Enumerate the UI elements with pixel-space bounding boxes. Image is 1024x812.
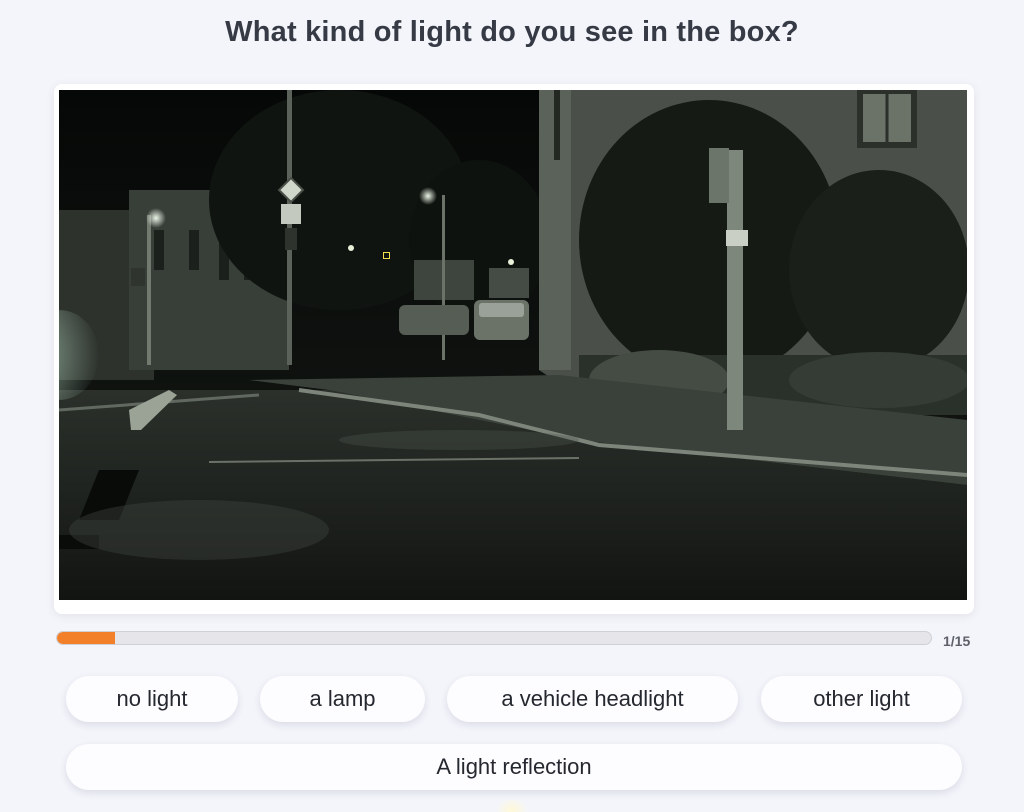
bottom-glow-decoration xyxy=(492,800,532,812)
street-scene-drawing xyxy=(59,90,967,600)
answer-lamp-button[interactable]: a lamp xyxy=(260,676,425,722)
progress-counter: 1/15 xyxy=(943,633,971,649)
image-card xyxy=(54,84,974,614)
target-highlight-box xyxy=(383,252,390,259)
progress-bar xyxy=(56,631,932,645)
quiz-page: What kind of light do you see in the box… xyxy=(0,0,1024,812)
answer-no-light-button[interactable]: no light xyxy=(66,676,238,722)
progress-fill xyxy=(57,632,116,644)
night-street-image xyxy=(59,90,967,600)
answer-vehicle-headlight-button[interactable]: a vehicle headlight xyxy=(447,676,738,722)
question-title: What kind of light do you see in the box… xyxy=(225,16,799,48)
answer-light-reflection-button[interactable]: A light reflection xyxy=(66,744,962,790)
answer-other-light-button[interactable]: other light xyxy=(761,676,962,722)
